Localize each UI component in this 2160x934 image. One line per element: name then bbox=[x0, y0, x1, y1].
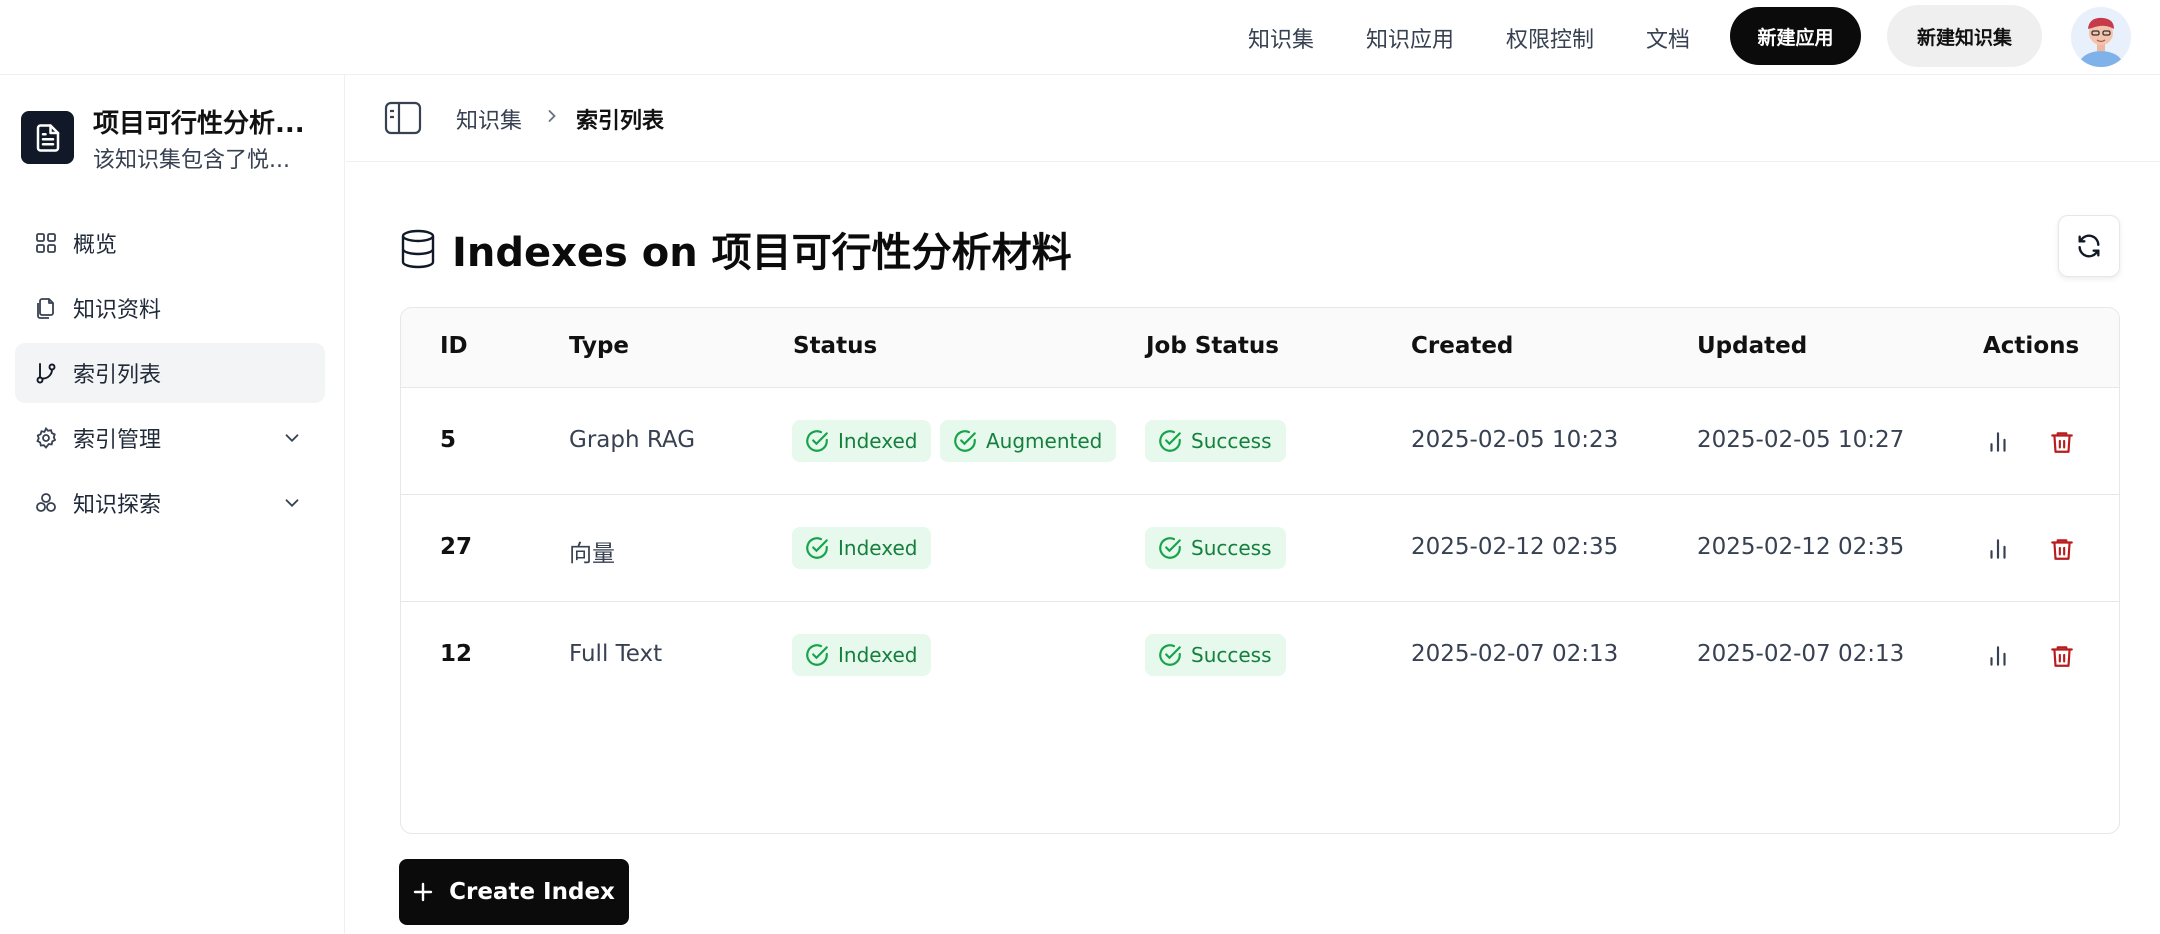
job-status-label: Success bbox=[1191, 536, 1272, 560]
status-badge-label: Indexed bbox=[838, 643, 918, 667]
check-circle-icon bbox=[1159, 644, 1181, 666]
cell-type: Full Text bbox=[569, 641, 663, 667]
column-header-id: ID bbox=[440, 333, 468, 359]
top-nav-links: 知识集 知识应用 权限控制 文档 bbox=[1248, 0, 1690, 75]
table-row[interactable]: 5 Graph RAG Indexed Augmented Success 20… bbox=[401, 389, 2119, 495]
nav-link-permissions[interactable]: 权限控制 bbox=[1506, 22, 1594, 54]
job-status-badge: Success bbox=[1145, 420, 1286, 462]
table-row[interactable]: 27 向量 Indexed Success 2025-02-12 02:35 2… bbox=[401, 496, 2119, 602]
sidebar-item-overview[interactable]: 概览 bbox=[15, 213, 325, 273]
status-badge: Indexed bbox=[792, 420, 932, 462]
table-row[interactable]: 12 Full Text Indexed Success 2025-02-07 … bbox=[401, 603, 2119, 709]
table-header: ID Type Status Job Status Created Update… bbox=[401, 308, 2119, 388]
sidebar-nav: 概览 知识资料 索引列表 索引管理 知识探索 bbox=[15, 213, 325, 538]
knowledge-set-icon bbox=[21, 111, 74, 164]
check-circle-icon bbox=[806, 537, 828, 559]
plus-icon bbox=[413, 882, 433, 902]
column-header-actions: Actions bbox=[1983, 333, 2080, 359]
sidebar-item-label: 索引列表 bbox=[73, 363, 162, 388]
sidebar-toggle-icon[interactable] bbox=[384, 101, 422, 135]
refresh-icon bbox=[2078, 234, 2100, 258]
index-table: ID Type Status Job Status Created Update… bbox=[400, 307, 2120, 834]
sidebar-item-documents[interactable]: 知识资料 bbox=[15, 278, 325, 338]
create-index-button[interactable]: Create Index bbox=[399, 859, 629, 925]
sidebar-item-index-management[interactable]: 索引管理 bbox=[15, 408, 325, 468]
job-status-badge: Success bbox=[1145, 527, 1286, 569]
sidebar-item-knowledge-explore[interactable]: 知识探索 bbox=[15, 473, 325, 533]
nav-link-knowledge-apps[interactable]: 知识应用 bbox=[1366, 22, 1454, 54]
column-header-status: Status bbox=[793, 333, 878, 359]
new-app-button[interactable]: 新建应用 bbox=[1730, 7, 1861, 65]
check-circle-icon bbox=[954, 430, 976, 452]
check-circle-icon bbox=[1159, 537, 1181, 559]
status-badge-label: Indexed bbox=[838, 429, 918, 453]
cell-updated: 2025-02-05 10:27 bbox=[1697, 427, 1905, 453]
trash-icon[interactable] bbox=[2049, 643, 2075, 669]
bar-chart-icon[interactable] bbox=[1985, 536, 2011, 562]
cell-updated: 2025-02-12 02:35 bbox=[1697, 534, 1905, 560]
column-header-updated: Updated bbox=[1697, 333, 1808, 359]
user-avatar[interactable] bbox=[2071, 7, 2131, 67]
status-badge-label: Augmented bbox=[986, 429, 1103, 453]
job-status-label: Success bbox=[1191, 643, 1272, 667]
status-badge: Indexed bbox=[792, 634, 932, 676]
breadcrumb-bar: 知识集 索引列表 bbox=[346, 75, 2160, 162]
documents-icon bbox=[33, 295, 59, 321]
sidebar-item-index-list[interactable]: 索引列表 bbox=[15, 343, 325, 403]
cell-created: 2025-02-07 02:13 bbox=[1411, 641, 1619, 667]
refresh-button[interactable] bbox=[2058, 215, 2120, 277]
job-status-label: Success bbox=[1191, 429, 1272, 453]
trash-icon[interactable] bbox=[2049, 429, 2075, 455]
sidebar-item-label: 概览 bbox=[73, 233, 118, 258]
cell-type: Graph RAG bbox=[569, 427, 696, 453]
main-content: 知识集 索引列表 Indexes on 项目可行性分析材料 ID Type St… bbox=[346, 75, 2160, 934]
cell-id: 12 bbox=[440, 641, 473, 667]
new-knowledge-set-button[interactable]: 新建知识集 bbox=[1887, 5, 2042, 67]
create-index-label: Create Index bbox=[449, 879, 615, 905]
chevron-down-icon bbox=[285, 499, 299, 508]
status-badge: Augmented bbox=[940, 420, 1117, 462]
breadcrumb-parent[interactable]: 知识集 bbox=[456, 103, 522, 135]
column-header-type: Type bbox=[569, 333, 630, 359]
job-status-badge: Success bbox=[1145, 634, 1286, 676]
check-circle-icon bbox=[1159, 430, 1181, 452]
nav-link-knowledge-sets[interactable]: 知识集 bbox=[1248, 22, 1314, 54]
molecule-icon bbox=[33, 490, 59, 516]
column-header-job-status: Job Status bbox=[1146, 333, 1279, 359]
nav-link-docs[interactable]: 文档 bbox=[1646, 22, 1690, 54]
cell-id: 5 bbox=[440, 427, 457, 453]
bar-chart-icon[interactable] bbox=[1985, 643, 2011, 669]
grid-icon bbox=[33, 230, 59, 256]
chevron-down-icon bbox=[285, 434, 299, 443]
bar-chart-icon[interactable] bbox=[1985, 429, 2011, 455]
sidebar-item-label: 知识探索 bbox=[73, 493, 162, 518]
cell-created: 2025-02-05 10:23 bbox=[1411, 427, 1619, 453]
database-icon bbox=[401, 229, 435, 269]
knowledge-set-title: 项目可行性分析... bbox=[93, 109, 305, 139]
top-navbar: 知识集 知识应用 权限控制 文档 新建应用 新建知识集 bbox=[0, 0, 2160, 75]
git-branch-icon bbox=[33, 360, 59, 386]
chevron-right-icon bbox=[548, 110, 556, 122]
gear-icon bbox=[33, 425, 59, 451]
sidebar-item-label: 知识资料 bbox=[73, 298, 162, 323]
trash-icon[interactable] bbox=[2049, 536, 2075, 562]
page-header: Indexes on 项目可行性分析材料 bbox=[400, 221, 1072, 277]
status-badge: Indexed bbox=[792, 527, 932, 569]
check-circle-icon bbox=[806, 644, 828, 666]
cell-id: 27 bbox=[440, 534, 473, 560]
status-badge-label: Indexed bbox=[838, 536, 918, 560]
check-circle-icon bbox=[806, 430, 828, 452]
breadcrumb-current: 索引列表 bbox=[576, 109, 665, 134]
sidebar: 项目可行性分析... 该知识集包含了悦... 概览 知识资料 索引列表 索引管理 bbox=[0, 75, 345, 934]
column-header-created: Created bbox=[1411, 333, 1514, 359]
cell-type: 向量 bbox=[569, 541, 615, 567]
page-title: Indexes on 项目可行性分析材料 bbox=[452, 230, 1072, 276]
cell-created: 2025-02-12 02:35 bbox=[1411, 534, 1619, 560]
knowledge-set-description: 该知识集包含了悦... bbox=[93, 148, 290, 173]
sidebar-item-label: 索引管理 bbox=[73, 428, 162, 453]
avatar-image bbox=[2079, 17, 2123, 67]
cell-updated: 2025-02-07 02:13 bbox=[1697, 641, 1905, 667]
